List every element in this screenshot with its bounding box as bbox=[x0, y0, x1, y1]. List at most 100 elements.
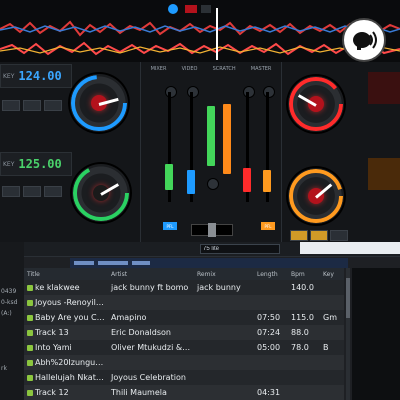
column-bpm[interactable]: Bpm bbox=[288, 268, 320, 280]
deck-d-play-button[interactable] bbox=[310, 230, 328, 241]
tab-mixer[interactable]: MIXER bbox=[151, 66, 167, 72]
cell-key bbox=[320, 385, 344, 400]
cell-text: Abh%20Izungudz%20 bbox=[35, 358, 108, 367]
music-file-icon bbox=[27, 359, 33, 366]
cell-key bbox=[320, 355, 344, 370]
deck-d-jog-wheel[interactable] bbox=[286, 166, 346, 226]
deck-d-sync-button[interactable] bbox=[330, 230, 348, 241]
deck-a-pad-1[interactable] bbox=[2, 100, 20, 111]
cell-text: Track 13 bbox=[35, 328, 69, 337]
column-artist[interactable]: Artist bbox=[108, 268, 194, 280]
cell-artist: Eric Donaldson bbox=[108, 325, 194, 340]
cell-text: B bbox=[323, 343, 329, 352]
cell-length bbox=[254, 370, 288, 385]
crossfader[interactable] bbox=[191, 223, 233, 237]
cell-key bbox=[320, 370, 344, 385]
cell-text: Track 12 bbox=[35, 388, 69, 397]
deck-a-pad-3[interactable] bbox=[44, 100, 62, 111]
tab-scratch[interactable]: SCRATCH bbox=[213, 66, 236, 72]
cell-remix bbox=[194, 340, 254, 355]
deck-b-pads bbox=[2, 186, 62, 197]
cell-title: Baby Are you Coming bbox=[24, 310, 108, 325]
deck-d-transport bbox=[290, 230, 348, 241]
cell-bpm: 140.0 bbox=[288, 280, 320, 295]
deck-d-cue-button[interactable] bbox=[290, 230, 308, 241]
mixer-panel: MIXER VIDEO SCRATCH MASTER PFL PFL bbox=[140, 62, 282, 242]
crossfader-thumb[interactable] bbox=[208, 223, 216, 237]
cell-title: Hallelujah Nkateko bbox=[24, 370, 108, 385]
deck-c-cover-art bbox=[368, 72, 400, 104]
deck-a-label: KEY bbox=[3, 72, 15, 80]
column-length[interactable]: Length bbox=[254, 268, 288, 280]
cell-text: 05:00 bbox=[257, 343, 281, 352]
cell-remix bbox=[194, 310, 254, 325]
cell-key: B bbox=[320, 340, 344, 355]
channel-4-gain-knob[interactable] bbox=[263, 86, 275, 98]
browser-filter-bar[interactable] bbox=[70, 258, 348, 268]
channel-2-level bbox=[187, 170, 195, 194]
column-key[interactable]: Key bbox=[320, 268, 344, 280]
channel-3 bbox=[241, 86, 255, 236]
waveform-overview[interactable] bbox=[0, 0, 400, 62]
folder-item[interactable]: (A:) bbox=[0, 308, 24, 319]
cell-text: Hallelujah Nkateko bbox=[35, 373, 108, 382]
deck-a-top-controls[interactable] bbox=[165, 2, 225, 16]
table-row[interactable]: Track 13 Eric Donaldson 07:24 88.0 bbox=[24, 325, 344, 340]
channel-4-pfl-button[interactable]: PFL bbox=[261, 222, 275, 230]
column-remix[interactable]: Remix bbox=[194, 268, 254, 280]
folder-item[interactable]: 0439 bbox=[0, 286, 24, 297]
track-rows: ke klakwee jack bunny ft bomo jack bunny 14… bbox=[24, 280, 344, 400]
search-input[interactable] bbox=[200, 244, 280, 254]
music-file-icon bbox=[27, 329, 33, 336]
table-row[interactable]: Abh%20Izungudz%20 bbox=[24, 355, 344, 370]
cell-bpm: 88.0 bbox=[288, 325, 320, 340]
cell-text: jack bunny bbox=[197, 283, 241, 292]
tab-master[interactable]: MASTER bbox=[251, 66, 272, 72]
deck-b-pad-2[interactable] bbox=[23, 186, 41, 197]
library-scrollbar-thumb[interactable] bbox=[346, 278, 350, 318]
browser-right-header bbox=[300, 242, 400, 254]
cell-artist: Oliver Mtukudzi & Ringo Madlingo bbox=[108, 340, 194, 355]
deck-b-header: KEY 125.00 bbox=[0, 152, 72, 176]
folder-item[interactable]: 0-ksd bbox=[0, 297, 24, 308]
deck-c-jog-wheel[interactable] bbox=[286, 74, 346, 134]
table-row[interactable]: ke klakwee jack bunny ft bomo jack bunny 14… bbox=[24, 280, 344, 295]
table-row[interactable]: Into Yami Oliver Mtukudzi & Ringo Madling… bbox=[24, 340, 344, 355]
library-scrollbar[interactable] bbox=[346, 268, 350, 400]
cell-text: Into Yami bbox=[35, 343, 72, 352]
cell-text: Eric Donaldson bbox=[111, 328, 171, 337]
table-row[interactable]: Baby Are you ComingAmapino 07:50 115.0 Gm bbox=[24, 310, 344, 325]
deck-b-label: KEY bbox=[3, 160, 15, 168]
table-row[interactable]: Track 12 Thili Maumela 04:31 bbox=[24, 385, 344, 400]
cell-artist bbox=[108, 295, 194, 310]
cell-remix bbox=[194, 295, 254, 310]
channel-3-gain-knob[interactable] bbox=[243, 86, 255, 98]
cell-length bbox=[254, 355, 288, 370]
deck-b-pad-1[interactable] bbox=[2, 186, 20, 197]
cell-text: ke klakwee bbox=[35, 283, 80, 292]
folder-item[interactable]: rk bbox=[0, 363, 24, 374]
deck-b-pad-3[interactable] bbox=[44, 186, 62, 197]
channel-1-pfl-button[interactable]: PFL bbox=[163, 222, 177, 230]
track-table: Title Artist Remix Length Bpm Key ke kla… bbox=[24, 268, 344, 400]
table-row[interactable]: Hallelujah Nkateko Joyous Celebration bbox=[24, 370, 344, 385]
channel-2-gain-knob[interactable] bbox=[187, 86, 199, 98]
cell-title: ke klakwee bbox=[24, 280, 108, 295]
mixer-tabs: MIXER VIDEO SCRATCH MASTER bbox=[141, 62, 281, 76]
tab-video[interactable]: VIDEO bbox=[182, 66, 198, 72]
master-knob[interactable] bbox=[207, 178, 219, 190]
channel-2 bbox=[185, 86, 199, 236]
cell-bpm: 115.0 bbox=[288, 310, 320, 325]
music-file-icon bbox=[27, 374, 33, 381]
cell-title: Track 12 bbox=[24, 385, 108, 400]
deck-d-cover-art bbox=[368, 158, 400, 190]
channel-1-gain-knob[interactable] bbox=[165, 86, 177, 98]
deck-a-pad-2[interactable] bbox=[23, 100, 41, 111]
deck-b-jog-wheel[interactable] bbox=[70, 162, 132, 224]
cell-text: Joyous Celebration bbox=[111, 373, 186, 382]
deck-a-jog-wheel[interactable] bbox=[68, 72, 130, 134]
column-title[interactable]: Title bbox=[24, 268, 108, 280]
cell-key bbox=[320, 295, 344, 310]
channel-4: PFL bbox=[261, 86, 275, 236]
table-row[interactable]: Joyous -Renoyiles Malia bbox=[24, 295, 344, 310]
